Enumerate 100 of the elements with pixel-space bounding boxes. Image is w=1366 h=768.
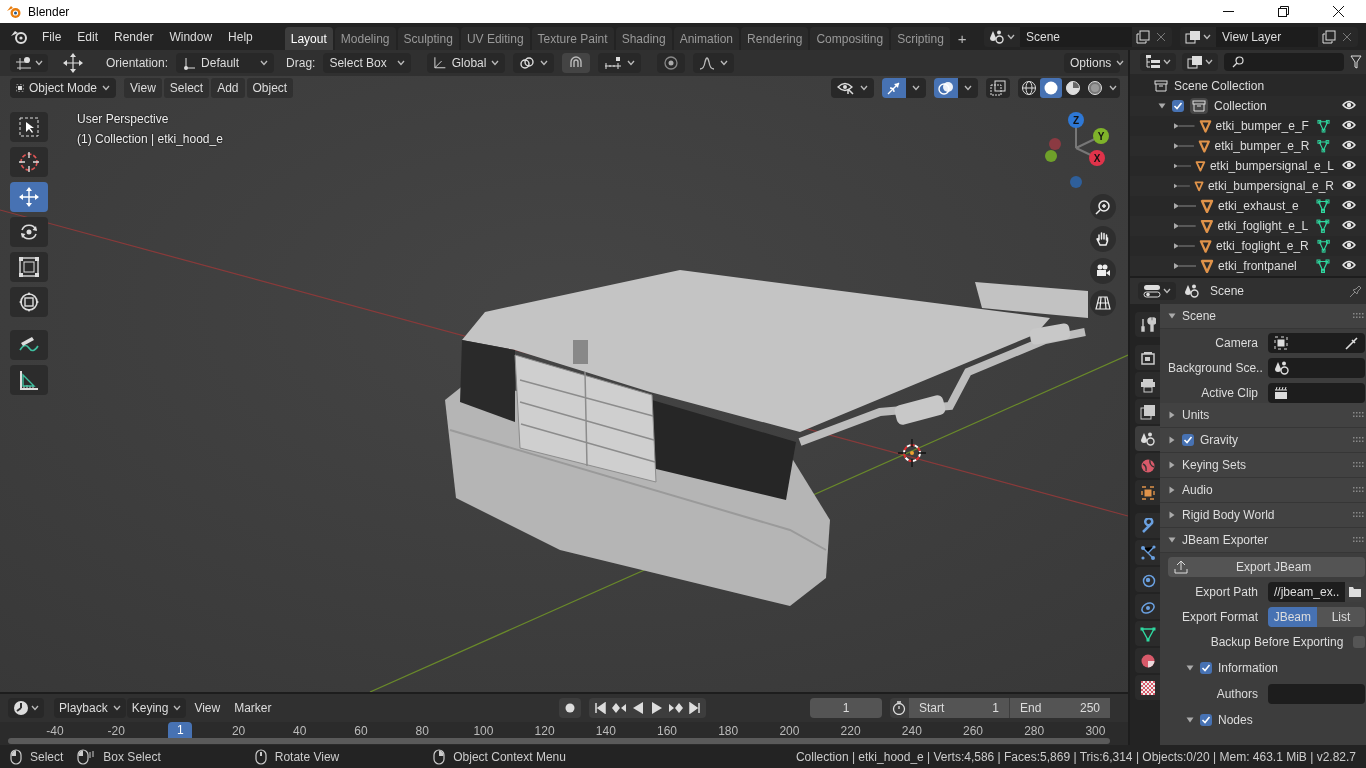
object-name[interactable]: etki_bumper_e_F <box>1215 119 1309 133</box>
object-name[interactable]: etki_foglight_e_R <box>1216 239 1309 253</box>
window-title: Blender <box>28 4 70 19</box>
shortcut-hint: Object Context Menu <box>453 749 566 764</box>
header-menu[interactable]: View <box>124 78 162 98</box>
header-menu[interactable]: Marker <box>228 698 278 718</box>
workspace-tab[interactable]: Texture Paint <box>531 27 614 50</box>
orientation-label: Orientation: <box>106 56 169 70</box>
panel-header[interactable]: Rigid Body World <box>1160 503 1366 528</box>
frame-number: 160 <box>657 724 677 738</box>
shortcut-hint: Select <box>30 749 64 764</box>
menu-item[interactable]: Render <box>106 26 162 47</box>
view-layer-name-field[interactable]: View Layer <box>1216 26 1318 47</box>
object-name[interactable]: etki_foglight_e_L <box>1217 219 1309 233</box>
transform-orientation-dropdown[interactable]: Global <box>427 53 506 73</box>
workspace-tab[interactable]: Animation <box>673 27 740 50</box>
scene-statistics: Collection | etki_hood_e | Verts:4,586 | Faces:5,869 | Tris:6,314 | Objects:0/20 | Mem: 463.1 MiB | v2.82.7 <box>795 749 1356 764</box>
workspace-tab[interactable]: Rendering <box>741 27 809 50</box>
panel-title[interactable]: Units <box>1182 408 1210 422</box>
frame-number: 220 <box>840 724 861 738</box>
frame-number: -20 <box>107 724 125 738</box>
scene-name-field[interactable]: Scene <box>1020 26 1132 47</box>
panel-header[interactable]: Units <box>1160 403 1366 428</box>
frame-number: 300 <box>1085 724 1106 738</box>
frame-number: 280 <box>1024 724 1045 738</box>
path-field[interactable]: //jbeam_ex.. <box>1268 582 1346 602</box>
field-label: Export Path <box>1194 585 1259 599</box>
workspace-tab[interactable]: Sculpting <box>397 27 459 50</box>
frame-number: 60 <box>354 724 368 738</box>
field-label: Export Format <box>1180 610 1259 624</box>
header-menu[interactable]: Add <box>211 78 245 98</box>
panel-title[interactable]: Rigid Body World <box>1182 508 1275 522</box>
timeline-menu-dropdown[interactable]: Keying <box>126 698 187 718</box>
object-name[interactable]: etki_exhaust_e <box>1218 199 1299 213</box>
object-name[interactable]: etki_bumpersignal_e_L <box>1209 159 1334 173</box>
workspace-tab[interactable]: UV Editing <box>460 27 530 50</box>
axis-label: X <box>1093 153 1101 164</box>
frame-number: 20 <box>231 724 246 738</box>
current-frame-field[interactable]: 1 <box>810 698 882 718</box>
frame-number: 180 <box>718 724 739 738</box>
workspace-tab[interactable]: Shading <box>615 27 672 50</box>
add-workspace-button[interactable]: + <box>951 27 973 50</box>
workspace-tab[interactable]: Scripting <box>891 27 950 50</box>
panel-title[interactable]: Keying Sets <box>1182 458 1247 472</box>
frame-number: 140 <box>595 724 616 738</box>
field-label: Background Sce.. <box>1168 361 1264 375</box>
subpanel-header[interactable]: Information <box>1168 657 1366 679</box>
frame-number: 200 <box>779 724 800 738</box>
menu-item[interactable]: Edit <box>69 26 107 47</box>
object-name[interactable]: etki_frontpanel <box>1218 259 1297 273</box>
panel-header[interactable]: Audio <box>1160 478 1366 503</box>
header-menu[interactable]: View <box>188 698 227 718</box>
frame-number: 80 <box>415 724 429 738</box>
panel-header[interactable]: JBeam Exporter <box>1160 528 1366 553</box>
drag-label: Drag: <box>286 56 316 70</box>
frame-number: 120 <box>534 724 555 738</box>
workspace-tab[interactable]: Compositing <box>810 27 890 50</box>
header-menu[interactable]: Select <box>163 78 210 98</box>
frame-number: 260 <box>963 724 983 738</box>
format-option[interactable]: List <box>1316 607 1366 627</box>
frame-number: 40 <box>293 724 307 738</box>
orientation-dropdown[interactable]: Default <box>176 53 275 73</box>
export-button[interactable]: Export JBeam <box>1168 557 1366 577</box>
field-label: Camera <box>1214 336 1259 350</box>
field-label: Authors <box>1215 687 1259 701</box>
field-label: Active Clip <box>1200 386 1259 400</box>
panel-title[interactable]: Audio <box>1182 483 1213 497</box>
header-menu[interactable]: Object <box>246 78 294 98</box>
format-option[interactable]: JBeam <box>1268 607 1317 627</box>
frame-number: 100 <box>473 724 494 738</box>
field-label: Backup Before Exporting <box>1209 635 1345 649</box>
subpanel-title[interactable]: Information <box>1218 661 1279 675</box>
menu-item[interactable]: File <box>34 26 70 47</box>
subpanel-header[interactable]: Nodes <box>1168 709 1366 731</box>
playhead[interactable]: 1 <box>168 722 193 738</box>
drag-dropdown[interactable]: Select Box <box>323 53 412 73</box>
panel-title[interactable]: Gravity <box>1200 433 1238 447</box>
object-name[interactable]: etki_bumper_e_R <box>1214 139 1310 153</box>
collection-name[interactable]: Collection <box>1214 99 1267 113</box>
shortcut-hint: Box Select <box>103 749 161 764</box>
panel-header[interactable]: Gravity <box>1160 428 1366 453</box>
end-frame-field[interactable]: End 250 <box>1010 698 1110 718</box>
collection-name[interactable]: Scene Collection <box>1174 79 1265 93</box>
panel-title[interactable]: Scene <box>1182 309 1217 323</box>
workspace-tab[interactable]: Layout <box>284 27 333 50</box>
mode-dropdown[interactable]: Object Mode <box>10 78 116 98</box>
menu-item[interactable]: Window <box>161 26 221 47</box>
panel-header[interactable]: Keying Sets <box>1160 453 1366 478</box>
shortcut-hint: Rotate View <box>274 749 340 764</box>
panel-title[interactable]: JBeam Exporter <box>1182 533 1269 547</box>
menu-item[interactable]: Help <box>220 26 261 47</box>
axis-label: Z <box>1072 115 1080 126</box>
panel-header[interactable]: Scene <box>1160 304 1366 329</box>
frame-number: 240 <box>901 724 922 738</box>
subpanel-title[interactable]: Nodes <box>1218 713 1253 727</box>
axis-label: Y <box>1097 131 1105 142</box>
object-name[interactable]: etki_bumpersignal_e_R <box>1207 179 1334 193</box>
timeline-menu-dropdown[interactable]: Playback <box>54 698 126 718</box>
workspace-tab[interactable]: Modeling <box>334 27 396 50</box>
start-frame-field[interactable]: Start 1 <box>909 698 1009 718</box>
